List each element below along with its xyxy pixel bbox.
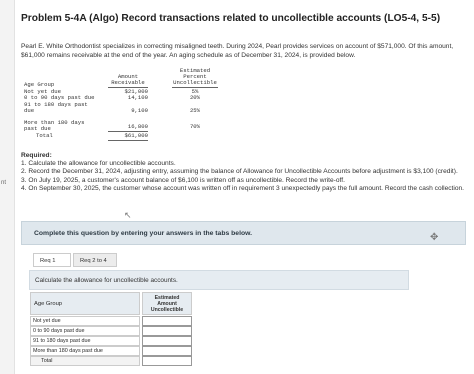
aging-row-amount: 9,100 bbox=[131, 107, 148, 114]
tab-req-2-to-4[interactable]: Req 2 to 4 bbox=[73, 253, 117, 267]
answer-row-label: Not yet due bbox=[30, 316, 140, 326]
answer-header-estimated: Estimated Amount Uncollectible bbox=[142, 292, 192, 315]
answer-total-input[interactable] bbox=[142, 356, 192, 366]
instructions-text: Complete this question by entering your … bbox=[34, 230, 253, 237]
answer-input[interactable] bbox=[142, 346, 192, 356]
answer-header-group: Age Group bbox=[30, 292, 140, 315]
answer-row-label: 91 to 180 days past due bbox=[30, 336, 140, 346]
aging-row-label: More than 180 days past due bbox=[24, 119, 85, 132]
instructions-banner: Complete this question by entering your … bbox=[21, 221, 466, 245]
problem-title: Problem 5-4A (Algo) Record transactions … bbox=[21, 13, 441, 24]
aging-double-rule bbox=[108, 140, 148, 141]
aging-row-percent: 25% bbox=[189, 107, 201, 114]
drag-handle-icon[interactable]: ✥ bbox=[430, 232, 438, 243]
aging-header-percent: Estimated Percent Uncollectible bbox=[173, 67, 217, 86]
problem-intro: Pearl E. White Orthodontist specializes … bbox=[21, 43, 454, 59]
mouse-cursor-icon: ↖ bbox=[124, 210, 132, 220]
required-item: 3. On July 19, 2025, a customer's accoun… bbox=[21, 176, 345, 184]
answer-header-group-label: Age Group bbox=[34, 301, 63, 307]
required-section: Required: 1. Calculate the allowance for… bbox=[21, 152, 466, 193]
aging-row-percent: 70% bbox=[189, 123, 201, 130]
aging-total-label: Total bbox=[36, 132, 53, 139]
aging-row-amount: 16,800 bbox=[127, 123, 148, 130]
left-sidebar-strip: nt bbox=[0, 0, 15, 374]
aging-header-amount: Amount Receivable bbox=[111, 73, 145, 86]
aging-row-amount: 14,100 bbox=[127, 94, 148, 101]
answer-input[interactable] bbox=[142, 326, 192, 336]
aging-row-percent: 20% bbox=[189, 94, 201, 101]
calc-instruction-text: Calculate the allowance for uncollectibl… bbox=[35, 277, 178, 284]
required-item: 4. On September 30, 2025, the customer w… bbox=[21, 184, 465, 192]
answer-row-label: More than 180 days past due bbox=[30, 346, 140, 356]
answer-input[interactable] bbox=[142, 336, 192, 346]
answer-total-label: Total bbox=[30, 356, 140, 366]
calc-instruction-bar: Calculate the allowance for uncollectibl… bbox=[29, 270, 409, 290]
answer-input[interactable] bbox=[142, 316, 192, 326]
required-item: 1. Calculate the allowance for uncollect… bbox=[21, 160, 176, 168]
required-heading: Required: bbox=[21, 152, 52, 159]
answer-row-label: 0 to 90 days past due bbox=[30, 326, 140, 336]
tab-req-1[interactable]: Req 1 bbox=[33, 253, 71, 267]
aging-row-label: 91 to 180 days past due bbox=[24, 101, 88, 114]
side-label: nt bbox=[1, 180, 7, 186]
aging-total-amount: $61,000 bbox=[124, 132, 149, 139]
required-item: 2. Record the December 31, 2024, adjusti… bbox=[21, 168, 458, 176]
